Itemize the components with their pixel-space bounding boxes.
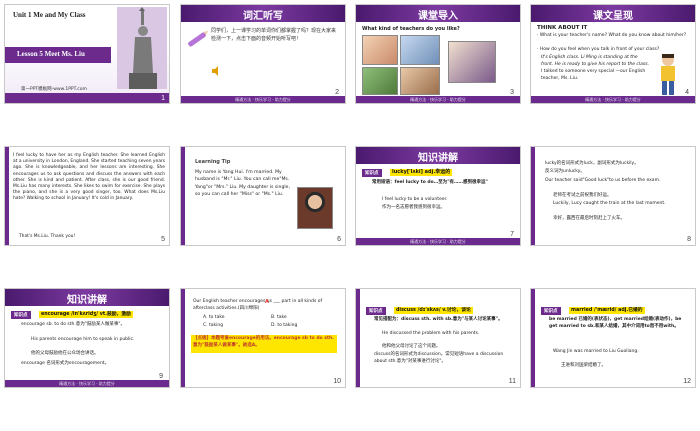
report-opening: I talked to someone very special —our En… — [541, 69, 646, 81]
example-translation: 王进和刘国梁结婚了。 — [561, 363, 606, 368]
slide-number: 8 — [687, 236, 691, 243]
learning-tip-heading: Learning Tip — [195, 159, 231, 165]
intro-question: What kind of teachers do you like? — [362, 26, 460, 32]
extension-note: encourage 名词形式为encouragement。 — [21, 361, 110, 366]
slide-number: 3 — [510, 89, 514, 96]
slide-title: 课文呈现 — [593, 11, 633, 22]
usage-note: 常用短语：feel lucky to do…至为"有……感到很幸运" — [372, 180, 488, 185]
antonym-note: 反义词为unlucky。 — [545, 169, 585, 174]
slide-footer: 精通方法 · 快乐学习 · 助力提分 — [181, 96, 345, 103]
slide-number: 9 — [159, 373, 163, 380]
extension-note: discuss的名词形式为discussion。常见短语have a discu… — [374, 352, 504, 364]
slide-title: 知识讲解 — [67, 295, 107, 306]
slide-thumbnail-3[interactable]: 课堂导入 What kind of teachers do you like? … — [355, 4, 521, 104]
example-translation-2: 幸好，露西在最后时刻赶上了火车。 — [553, 216, 625, 221]
slide-footer: 精通方法 · 快乐学习 · 助力提分 — [356, 238, 520, 245]
example-sentence: He discussed the problem with his parent… — [382, 331, 480, 336]
reading-passage: I feel lucky to have her as my English t… — [13, 153, 165, 202]
option-d[interactable]: D. to taking — [271, 323, 297, 330]
answer-mark: A — [265, 299, 269, 305]
slide-thumbnail-11[interactable]: 知识点 discuss /dɪ'skʌs/ v.讨论，谈论 常见搭配为：disc… — [355, 288, 521, 388]
classroom-photo-4 — [400, 67, 440, 95]
slide-number: 10 — [333, 378, 341, 385]
slide-thumbnail-7[interactable]: 知识讲解 知识点 lucky['lʌki] adj.幸运的 常用短语：feel … — [355, 146, 521, 246]
example-sentence-1: Our teacher said"Good luck"to us before … — [545, 178, 661, 183]
slide-number: 12 — [683, 378, 691, 385]
boy-figure-image — [661, 54, 675, 95]
teacher-portrait-photo — [297, 187, 333, 229]
slide-footer: 精通方法 · 快乐学习 · 助力提分 — [531, 96, 695, 103]
learning-tip-body: My name is Yang Hui. I'm married. My hus… — [195, 170, 290, 198]
context-text: It's English class. Li Ming is standing … — [541, 55, 650, 67]
example-sentence: Wang Jin was married to Liu Guoliang. — [553, 349, 639, 354]
explanation-text: 【点拨】本题考查encourage的用法。encourage sb to do … — [193, 336, 334, 348]
slide-thumbnail-10[interactable]: Our English teacher encourages us ___ pa… — [180, 288, 346, 388]
classroom-photo-2 — [400, 35, 440, 65]
unit-title: Unit 1 Me and My Class — [13, 11, 86, 19]
classroom-photo-5 — [448, 41, 496, 83]
usage-note: 常见搭配为：discuss sth. with sb.意为"与某人讨论某事"。 — [374, 317, 503, 322]
slide-number: 1 — [161, 95, 165, 102]
knowledge-point-tag: 知识点 — [541, 307, 561, 315]
option-b[interactable]: B. take — [271, 315, 287, 322]
knowledge-point-tag: 知识点 — [366, 307, 386, 315]
slide-title: 词汇听写 — [243, 11, 283, 22]
example-translation: 他和他父母讨论了这个问题。 — [382, 344, 441, 349]
slide-thumbnail-9[interactable]: 知识讲解 知识点 encourage /in'kʌridʒ/ vt.鼓励，激励 … — [4, 288, 170, 388]
think-question-1: · What is your teacher's name? What do y… — [537, 33, 687, 38]
knowledge-point-tag: 知识点 — [362, 169, 382, 177]
example-translation: 作为一名志愿者我感到很幸运。 — [382, 205, 445, 210]
statue-of-liberty-image — [117, 7, 167, 89]
vocab-entry: encourage /in'kʌridʒ/ vt.鼓励，激励 — [39, 311, 133, 318]
bottom-bar — [5, 93, 169, 103]
example-sentence: His parents encourage him to speak in pu… — [31, 337, 135, 342]
slide-number: 6 — [337, 236, 341, 243]
site-credit: 第一PPT模板网-www.1PPT.com — [21, 87, 87, 92]
side-strip — [181, 147, 185, 245]
slide-number: 7 — [510, 231, 514, 238]
slide-title: 知识讲解 — [418, 153, 458, 164]
slide-number: 2 — [335, 89, 339, 96]
option-c[interactable]: C. taking — [203, 323, 223, 330]
slide-thumbnail-4[interactable]: 课文呈现 THINK ABOUT IT · What is your teach… — [530, 4, 696, 104]
usage-note: be married 已婚的(表状态)，get married结婚(表动作)，b… — [549, 317, 682, 329]
slide-thumbnail-6[interactable]: Learning Tip My name is Yang Hui. I'm ma… — [180, 146, 346, 246]
dictation-instructions: 同学们，上一课学习的单词你们都掌握了吗？现在大家来检测一下，点击下面的音频开始听… — [211, 28, 337, 42]
side-strip — [356, 289, 360, 387]
slide-thumbnail-2[interactable]: 词汇听写 同学们，上一课学习的单词你们都掌握了吗？现在大家来检测一下，点击下面的… — [180, 4, 346, 104]
slide-number: 4 — [685, 89, 689, 96]
slide-footer: 精通方法 · 快乐学习 · 助力提分 — [5, 380, 169, 387]
side-strip — [531, 289, 535, 387]
side-strip — [5, 147, 9, 245]
knowledge-point-tag: 知识点 — [11, 311, 31, 319]
pencil-icon — [187, 31, 207, 48]
slide-title: 课堂导入 — [418, 11, 458, 22]
vocab-entry: lucky['lʌki] adj.幸运的 — [390, 169, 453, 176]
slide-thumbnail-1[interactable]: Unit 1 Me and My Class Lesson 5 Meet Ms.… — [4, 4, 170, 104]
classroom-photo-3 — [362, 67, 398, 95]
slide-thumbnail-8[interactable]: lucky的名词形式为luck，副词形式为luckily。 反义词为unluck… — [530, 146, 696, 246]
word-forms-note: lucky的名词形式为luck，副词形式为luckily。 — [545, 161, 639, 166]
slide-number: 5 — [161, 236, 165, 243]
vocab-entry: married /'mærid/ adj.已婚的 — [569, 307, 645, 314]
option-a[interactable]: A. to take — [203, 315, 225, 322]
side-strip — [181, 289, 185, 387]
example-translation: 他的父母鼓励他在公众场合讲话。 — [31, 351, 99, 356]
lesson-title: Lesson 5 Meet Ms. Liu — [17, 50, 85, 58]
example-translation-1: 老师在考试之前祝我们好运。 — [553, 193, 612, 198]
usage-note: encourage sb. to do sth.意为"鼓励某人做某事"。 — [21, 322, 125, 327]
reading-closing: That's Ms.Liu. Thank you! — [19, 234, 76, 239]
example-sentence: I feel lucky to be a volunteer. — [382, 197, 448, 202]
slide-number: 11 — [508, 378, 516, 385]
think-about-it-heading: THINK ABOUT IT — [537, 25, 588, 31]
vocab-entry: discuss /dɪ'skʌs/ v.讨论，谈论 — [394, 307, 473, 314]
slide-thumbnail-5[interactable]: I feel lucky to have her as my English t… — [4, 146, 170, 246]
classroom-photo-1 — [362, 35, 398, 65]
slide-footer: 精通方法 · 快乐学习 · 助力提分 — [356, 96, 520, 103]
example-sentence-2: Luckily, Lucy caught the train at the la… — [553, 201, 666, 206]
side-strip — [531, 147, 535, 245]
audio-speaker-icon[interactable] — [211, 61, 221, 76]
slide-thumbnail-12[interactable]: 知识点 married /'mærid/ adj.已婚的 be married … — [530, 288, 696, 388]
